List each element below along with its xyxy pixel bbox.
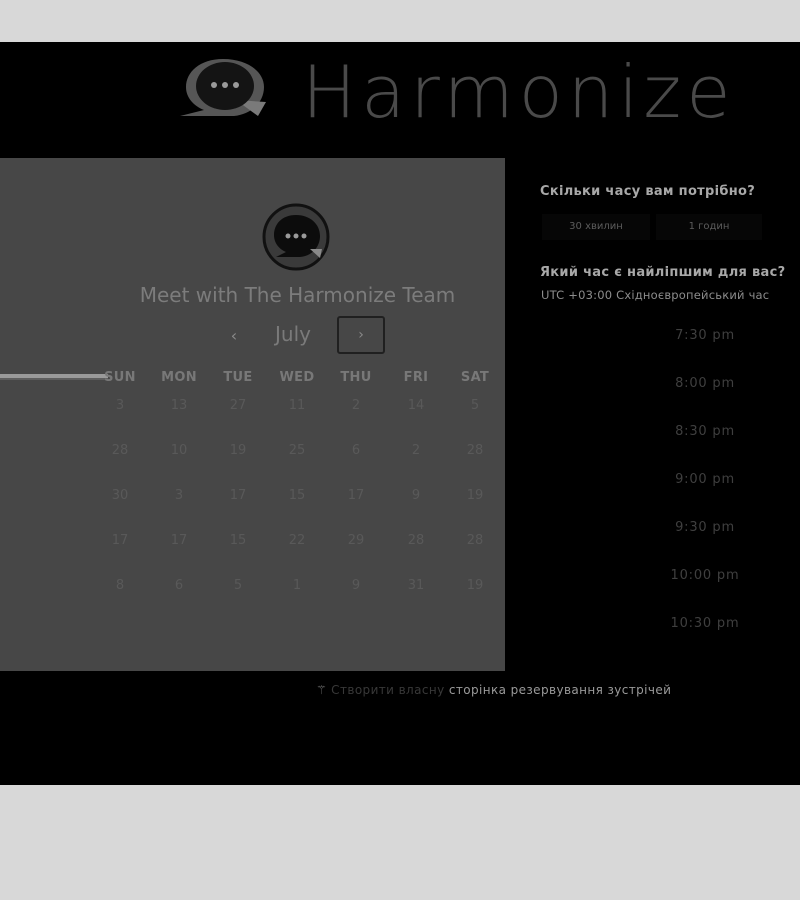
calendar-day[interactable]: 9 [386, 488, 446, 503]
time-slot[interactable]: 10:00 pm [612, 568, 798, 583]
next-month-button[interactable]: › [337, 316, 385, 354]
calendar-day[interactable]: 17 [149, 533, 209, 548]
calendar-day[interactable]: 15 [208, 533, 268, 548]
calendar-day[interactable]: 5 [445, 398, 505, 413]
calendar-day[interactable]: 17 [208, 488, 268, 503]
team-avatar-icon [262, 203, 330, 271]
calendar-day[interactable]: 3 [149, 488, 209, 503]
timezone-selector[interactable]: UTC +03:00 Східноєвропейський час [541, 288, 769, 302]
calendar-day[interactable]: 10 [149, 443, 209, 458]
duration-option-1hour[interactable]: 1 годин [656, 214, 762, 240]
time-slot[interactable]: 9:30 pm [612, 520, 798, 535]
calendar-day[interactable]: 31 [386, 578, 446, 593]
weekday-sat: SAT [460, 370, 490, 385]
time-slot[interactable]: 8:30 pm [612, 424, 798, 439]
calendar-day[interactable]: 15 [267, 488, 327, 503]
calendar-day[interactable]: 28 [445, 533, 505, 548]
calendar-day[interactable]: 29 [326, 533, 386, 548]
calendar-day[interactable]: 2 [386, 443, 446, 458]
app-frame: Harmonize Meet with The Harmonize Team ‹… [0, 42, 800, 785]
calendar-day[interactable]: 17 [90, 533, 150, 548]
event-title: Meet with The Harmonize Team [139, 283, 456, 307]
calendar-day[interactable]: 13 [149, 398, 209, 413]
calendar-grid: 3 13 27 11 2 14 5 28 10 19 25 6 2 28 30 … [90, 398, 505, 638]
month-navigation: ‹ July › [220, 316, 390, 356]
weekday-sun: SUN [104, 370, 136, 385]
calendar-panel: Meet with The Harmonize Team ‹ July › SU… [0, 158, 505, 671]
month-label: July [275, 322, 311, 346]
weekday-tue: TUE [223, 370, 253, 385]
duration-option-30min[interactable]: 30 хвилин [542, 214, 650, 240]
calendar-day[interactable]: 5 [208, 578, 268, 593]
weekday-fri: FRI [403, 370, 429, 385]
calendar-day[interactable]: 22 [267, 533, 327, 548]
calendar-day[interactable]: 9 [326, 578, 386, 593]
calendar-day[interactable]: 6 [326, 443, 386, 458]
calendar-day[interactable]: 28 [90, 443, 150, 458]
footer-prefix: Створити власну [331, 683, 445, 697]
time-slot[interactable]: 10:30 pm [612, 616, 798, 631]
time-slot[interactable]: 9:00 pm [612, 472, 798, 487]
weekday-mon: MON [161, 370, 197, 385]
time-slot[interactable]: 7:30 pm [612, 328, 798, 343]
calendar-day[interactable]: 28 [445, 443, 505, 458]
calendar-day[interactable]: 19 [445, 488, 505, 503]
time-slot[interactable]: 8:00 pm [612, 376, 798, 391]
calendar-day[interactable]: 11 [267, 398, 327, 413]
magic-wand-icon: ⚚ [316, 683, 328, 697]
calendar-day[interactable]: 30 [90, 488, 150, 503]
footer-promo: ⚚ Створити власну сторінка резервування з… [316, 683, 671, 697]
prev-month-button[interactable]: ‹ [220, 322, 248, 350]
weekday-wed: WED [279, 370, 315, 385]
duration-question: Скільки часу вам потрібно? [540, 184, 756, 199]
weekday-thu: THU [340, 370, 372, 385]
create-booking-page-link[interactable]: сторінка резервування зустрічей [449, 683, 672, 697]
chat-bubble-logo-icon [180, 59, 266, 116]
calendar-day[interactable]: 27 [208, 398, 268, 413]
calendar-day[interactable]: 28 [386, 533, 446, 548]
calendar-day[interactable]: 17 [326, 488, 386, 503]
brand-name: Harmonize [302, 50, 736, 134]
calendar-day[interactable]: 8 [90, 578, 150, 593]
calendar-day[interactable]: 19 [208, 443, 268, 458]
calendar-day[interactable]: 1 [267, 578, 327, 593]
calendar-day[interactable]: 25 [267, 443, 327, 458]
calendar-day[interactable]: 6 [149, 578, 209, 593]
calendar-day[interactable]: 14 [386, 398, 446, 413]
calendar-day[interactable]: 3 [90, 398, 150, 413]
calendar-day[interactable]: 19 [445, 578, 505, 593]
calendar-day[interactable]: 2 [326, 398, 386, 413]
weekday-header: SUN MON TUE WED THU FRI SAT [90, 370, 505, 390]
time-question: Який час є найліпшим для вас? [540, 265, 786, 280]
